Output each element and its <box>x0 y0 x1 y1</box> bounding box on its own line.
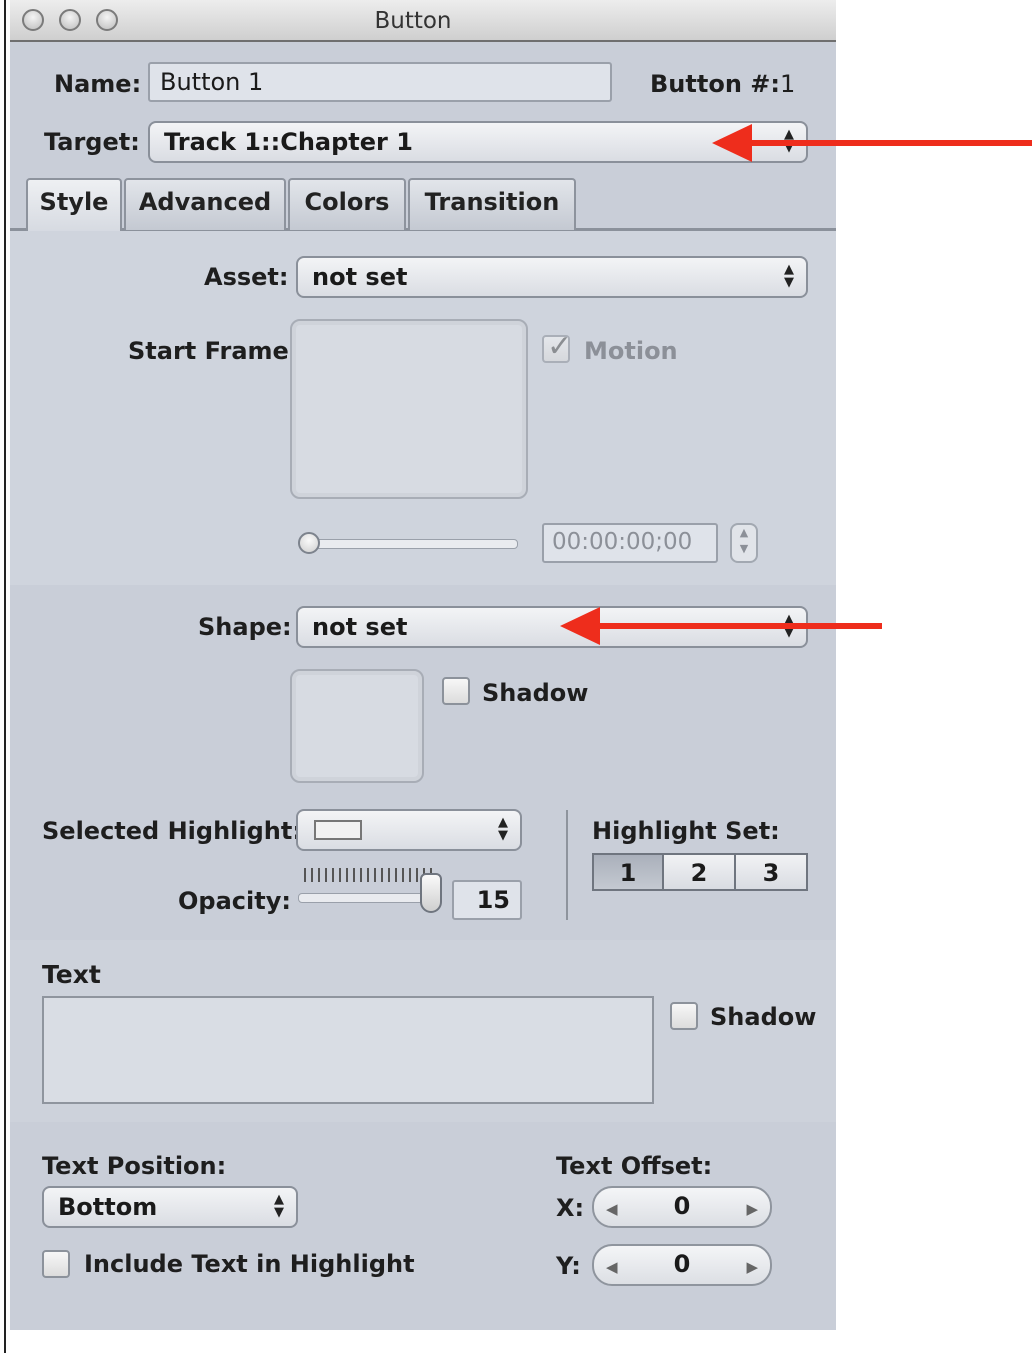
target-value: Track 1::Chapter 1 <box>164 128 413 156</box>
start-frame-slider[interactable] <box>300 539 518 549</box>
decrement-arrow-icon[interactable]: ◀ <box>606 1200 618 1218</box>
offset-x-value: 0 <box>673 1192 691 1220</box>
checkmark-icon: ✓ <box>547 329 573 364</box>
offset-x-stepper[interactable]: ◀ 0 ▶ <box>592 1186 772 1228</box>
include-text-in-highlight-checkbox[interactable] <box>42 1250 70 1278</box>
increment-arrow-icon[interactable]: ▶ <box>746 1200 758 1218</box>
shape-shadow-label: Shadow <box>482 679 589 707</box>
popup-updown-icon: ▲ ▼ <box>274 1192 284 1220</box>
arrow-head-icon <box>560 607 600 645</box>
target-popup[interactable]: Track 1::Chapter 1 ▲ ▼ <box>148 121 808 163</box>
include-text-in-highlight-label: Include Text in Highlight <box>84 1250 415 1278</box>
button-inspector-window: Button Name: Button 1 Button #: 1 Target… <box>10 0 836 1330</box>
start-frame-label: Start Frame: <box>128 337 299 365</box>
highlight-color-swatch <box>314 820 362 840</box>
motion-checkbox[interactable]: ✓ <box>542 329 572 364</box>
opacity-tick-marks <box>304 868 434 882</box>
text-section: Text Shadow <box>10 940 836 1122</box>
highlight-set-1[interactable]: 1 <box>592 853 664 891</box>
text-shadow-label: Shadow <box>710 1003 817 1031</box>
text-position-popup[interactable]: Bottom ▲ ▼ <box>42 1186 298 1228</box>
text-position-value: Bottom <box>58 1193 158 1221</box>
tab-advanced[interactable]: Advanced <box>124 178 286 230</box>
shape-shadow-checkbox[interactable] <box>442 677 470 705</box>
button-number-value: 1 <box>780 70 796 98</box>
vertical-divider <box>566 810 568 920</box>
increment-arrow-icon[interactable]: ▶ <box>746 1258 758 1276</box>
arrow-head-icon <box>712 124 752 162</box>
tab-style[interactable]: Style <box>26 178 122 232</box>
arrow-shaft <box>748 140 1032 146</box>
timecode-field[interactable]: 00:00:00;00 <box>542 523 718 563</box>
text-position-label: Text Position: <box>42 1152 227 1180</box>
tab-transition[interactable]: Transition <box>408 178 576 230</box>
asset-section: Asset: not set ▲ ▼ Start Frame: ✓ Motion … <box>10 231 836 585</box>
offset-y-value: 0 <box>673 1250 691 1278</box>
timecode-stepper[interactable]: ▲ ▼ <box>730 523 758 563</box>
opacity-field[interactable]: 15 <box>452 880 522 920</box>
highlight-set-3[interactable]: 3 <box>734 853 808 891</box>
text-position-section: Text Position: Bottom ▲ ▼ Include Text in… <box>10 1122 836 1330</box>
popup-updown-icon: ▲ ▼ <box>498 815 508 843</box>
motion-label: Motion <box>584 337 678 365</box>
opacity-label: Opacity: <box>178 887 291 915</box>
target-label: Target: <box>44 128 140 156</box>
text-offset-label: Text Offset: <box>556 1152 713 1180</box>
asset-label: Asset: <box>204 263 289 291</box>
asset-value: not set <box>312 263 408 291</box>
highlight-set-2[interactable]: 2 <box>662 853 736 891</box>
decrement-arrow-icon[interactable]: ◀ <box>606 1258 618 1276</box>
offset-y-label: Y: <box>556 1252 581 1280</box>
button-number-label: Button #: <box>650 70 780 98</box>
shape-preview-well[interactable] <box>290 669 424 783</box>
opacity-slider-knob[interactable] <box>420 873 442 913</box>
popup-updown-icon: ▲ ▼ <box>784 262 794 290</box>
arrow-shaft <box>596 623 882 629</box>
name-field[interactable]: Button 1 <box>148 62 612 102</box>
selected-highlight-popup[interactable]: ▲ ▼ <box>296 809 522 851</box>
text-heading: Text <box>42 960 101 989</box>
title-bar[interactable]: Button <box>10 0 836 42</box>
name-label: Name: <box>54 70 142 98</box>
highlight-set-label: Highlight Set: <box>592 817 780 845</box>
offset-x-label: X: <box>556 1194 585 1222</box>
page-edge-line <box>4 0 6 1353</box>
offset-y-stepper[interactable]: ◀ 0 ▶ <box>592 1244 772 1286</box>
tab-colors[interactable]: Colors <box>288 178 406 230</box>
selected-highlight-label: Selected Highlight: <box>42 817 302 845</box>
shape-label: Shape: <box>198 613 292 641</box>
opacity-slider[interactable] <box>298 893 440 903</box>
window-title: Button <box>374 8 452 34</box>
shape-value: not set <box>312 613 408 641</box>
asset-popup[interactable]: not set ▲ ▼ <box>296 256 808 298</box>
text-shadow-checkbox[interactable] <box>670 1002 698 1030</box>
start-frame-slider-knob[interactable] <box>298 532 320 554</box>
start-frame-well[interactable] <box>290 319 528 499</box>
button-text-area[interactable] <box>42 996 654 1104</box>
shape-section: Shape: not set ▲ ▼ Shadow Selected Highli… <box>10 585 836 940</box>
